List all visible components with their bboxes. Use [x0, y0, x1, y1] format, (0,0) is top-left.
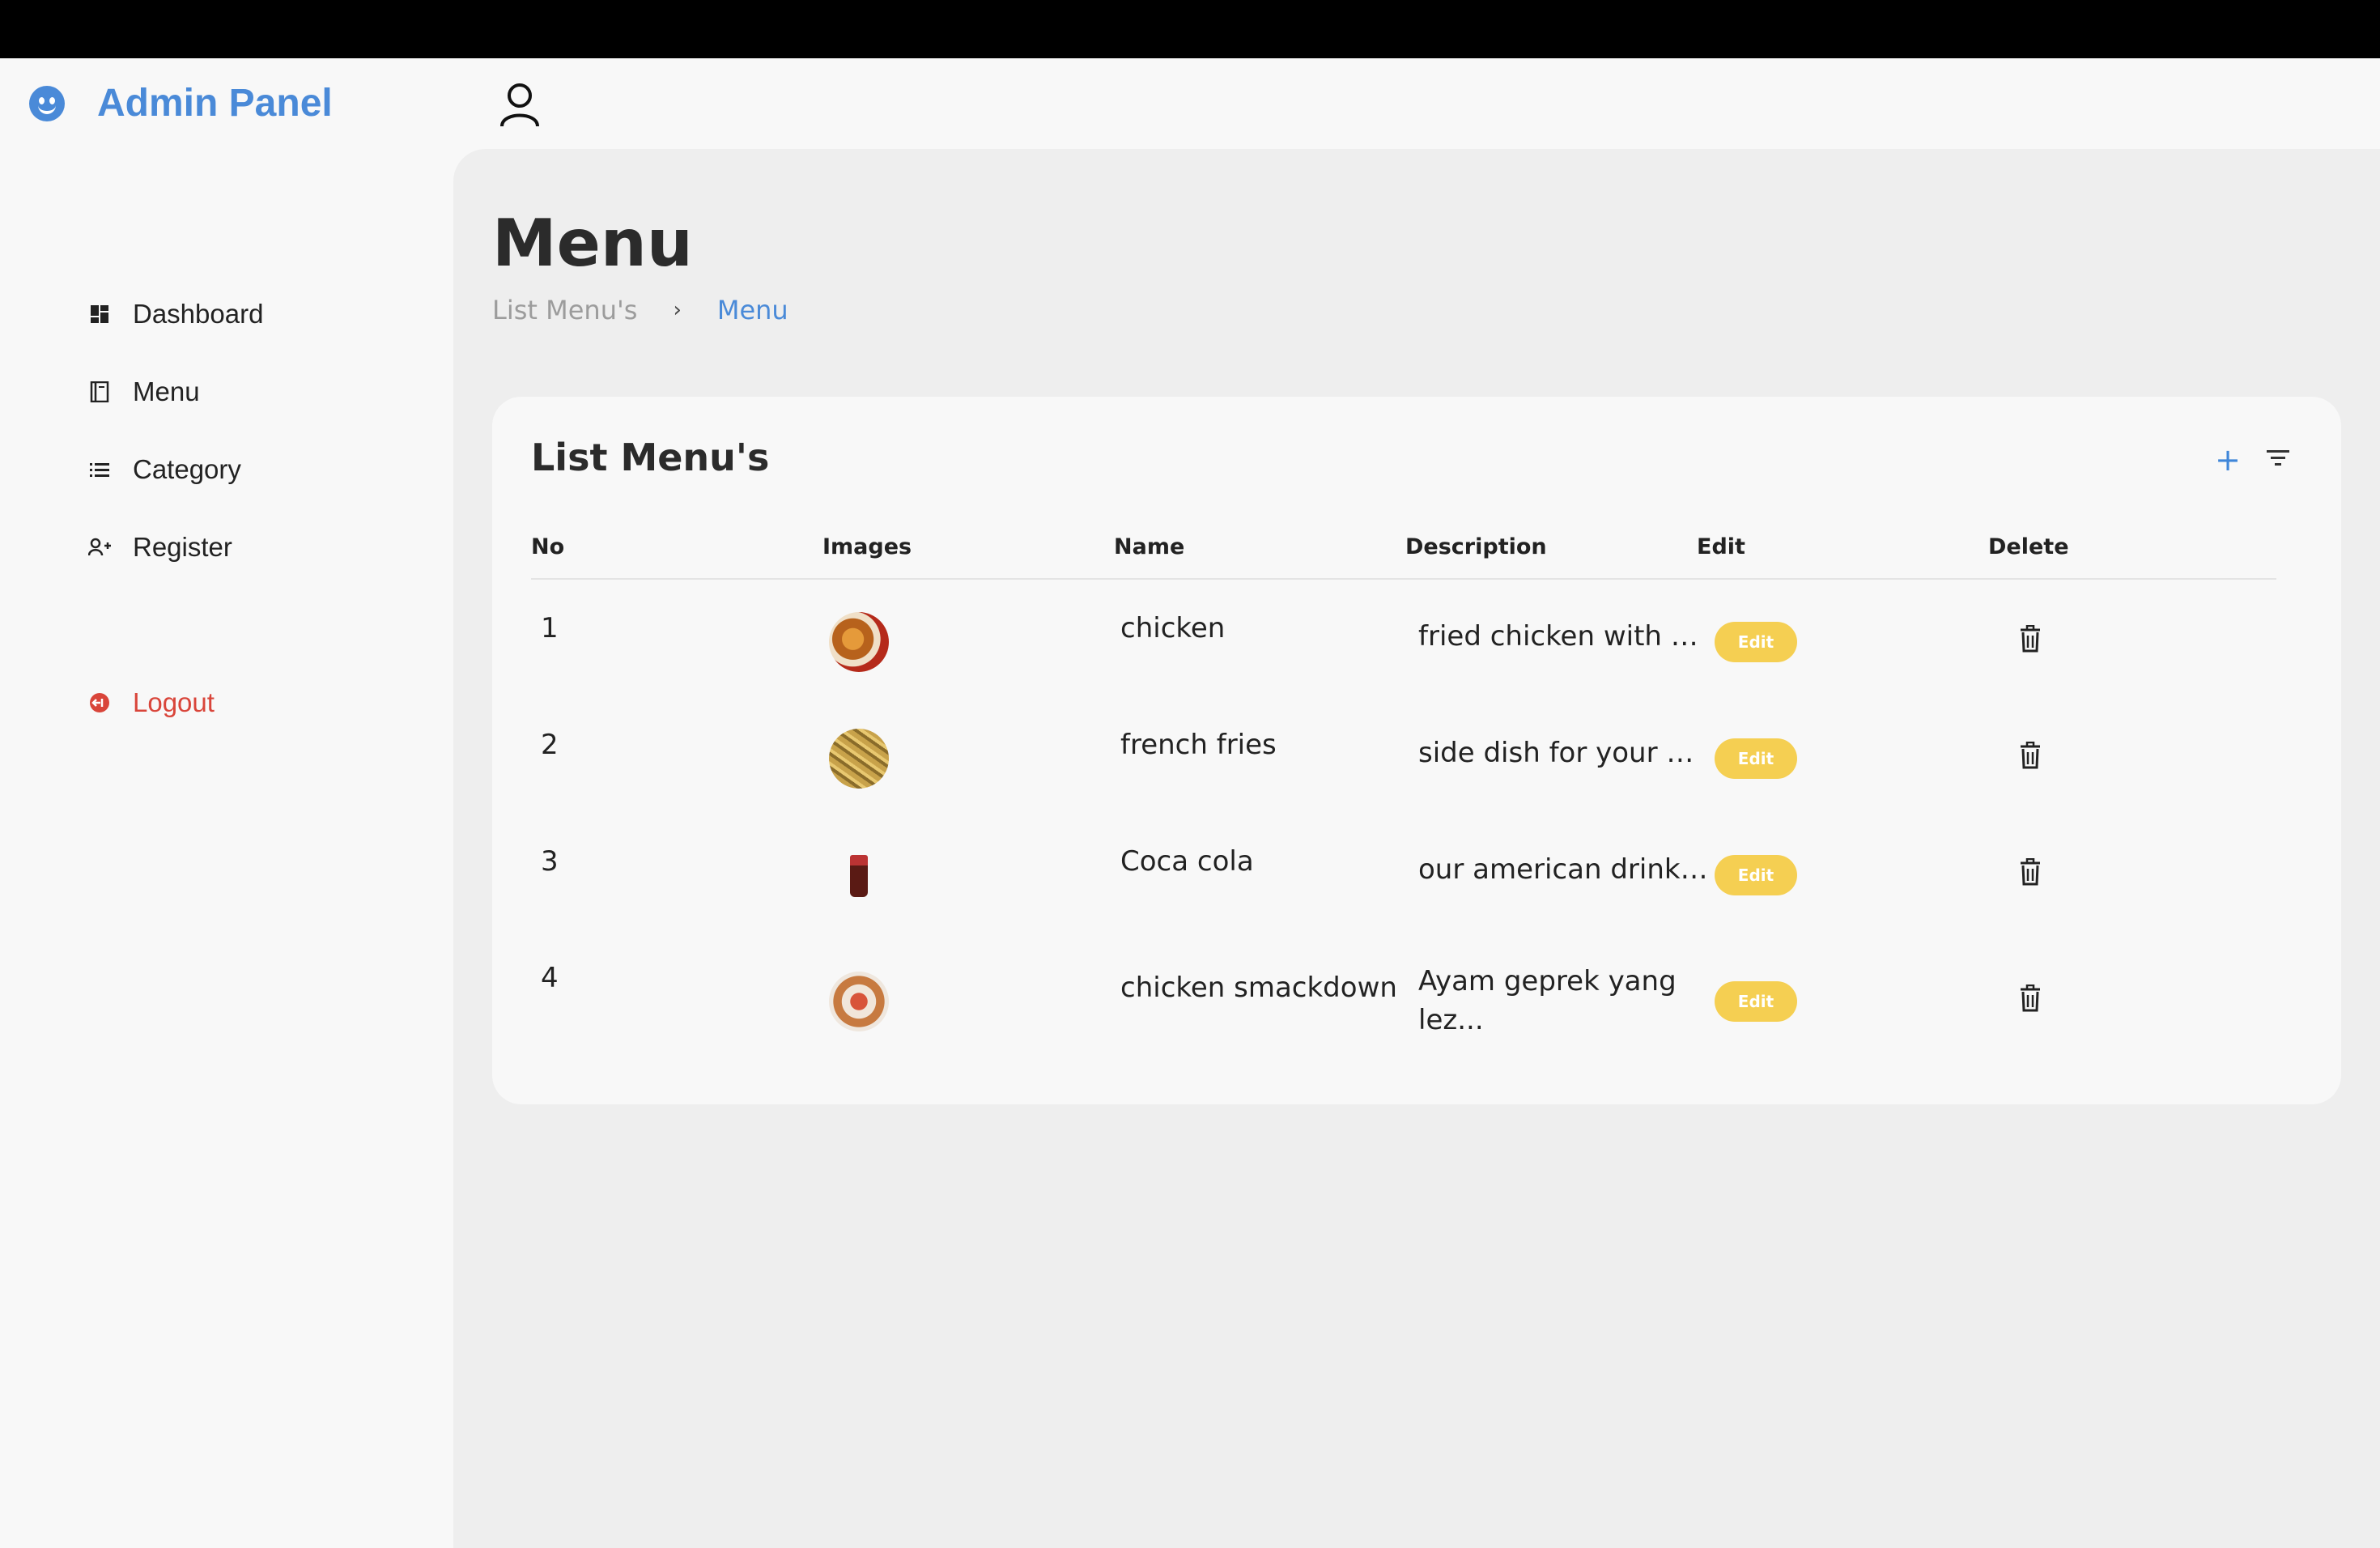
main-content: Menu List Menu's › Menu List Menu's + No…	[453, 149, 2380, 1548]
row-number: 3	[541, 845, 559, 878]
row-name: chicken	[1120, 612, 1226, 644]
trash-icon[interactable]	[2019, 742, 2042, 769]
brand[interactable]: Admin Panel	[29, 81, 333, 125]
sidebar-item-label: Menu	[133, 376, 200, 406]
logout-button[interactable]: Logout	[87, 664, 263, 742]
logout-icon	[87, 691, 112, 715]
plus-icon[interactable]: +	[2213, 444, 2242, 475]
edit-button[interactable]: Edit	[1715, 622, 1797, 662]
table-row: 1 chicken fried chicken with o... Edit	[531, 581, 2276, 698]
row-number: 4	[541, 962, 559, 994]
row-description: fried chicken with o...	[1418, 620, 1710, 653]
menu-list-card: List Menu's + No Images Name Description…	[492, 397, 2341, 1104]
card-title: List Menu's	[531, 436, 770, 479]
chicken-image	[829, 612, 889, 672]
column-header-images: Images	[822, 534, 912, 559]
column-header-delete: Delete	[1988, 534, 2069, 559]
row-description: Ayam geprek yang lez...	[1418, 965, 1677, 1036]
breadcrumb-current[interactable]: Menu	[717, 295, 788, 325]
column-header-name: Name	[1114, 534, 1185, 559]
row-name: Coca cola	[1120, 845, 1254, 878]
coca-cola-image	[829, 845, 889, 905]
smiley-logo-icon	[29, 85, 65, 121]
filter-icon[interactable]	[2267, 450, 2289, 470]
book-icon	[87, 380, 112, 404]
add-user-icon	[87, 535, 112, 559]
table-header: No Images Name Description Edit Delete	[531, 534, 2276, 580]
sidebar-item-label: Dashboard	[133, 299, 264, 329]
column-header-no: No	[531, 534, 565, 559]
window-top-bar	[0, 0, 2380, 58]
table-row: 2 french fries side dish for your m... E…	[531, 698, 2276, 814]
sidebar-item-category[interactable]: Category	[87, 431, 263, 508]
row-number: 1	[541, 612, 559, 644]
row-description: our american drink w...	[1418, 853, 1710, 886]
trash-icon[interactable]	[2019, 625, 2042, 653]
edit-button[interactable]: Edit	[1715, 738, 1797, 779]
sidebar-item-dashboard[interactable]: Dashboard	[87, 275, 263, 353]
sidebar-nav: Dashboard Menu Category Register Logout	[87, 275, 263, 742]
logout-label: Logout	[133, 687, 215, 717]
sidebar-item-register[interactable]: Register	[87, 508, 263, 586]
row-name: chicken smackdown	[1120, 972, 1397, 1004]
edit-button[interactable]: Edit	[1715, 981, 1797, 1022]
trash-icon[interactable]	[2019, 985, 2042, 1012]
trash-icon[interactable]	[2019, 858, 2042, 886]
column-header-edit: Edit	[1697, 534, 1745, 559]
chicken-smackdown-image	[829, 972, 889, 1031]
column-header-description: Description	[1405, 534, 1547, 559]
breadcrumb: List Menu's › Menu	[492, 295, 788, 325]
row-description: side dish for your m...	[1418, 737, 1710, 769]
user-icon[interactable]	[497, 81, 542, 130]
app-title: Admin Panel	[97, 82, 333, 125]
table-row: 4 chicken smackdown Ayam geprek yang lez…	[531, 931, 2276, 1048]
sidebar-item-label: Category	[133, 454, 241, 484]
table-row: 3 Coca cola our american drink w... Edit	[531, 814, 2276, 931]
breadcrumb-parent[interactable]: List Menu's	[492, 295, 637, 325]
sidebar-item-label: Register	[133, 532, 232, 562]
edit-button[interactable]: Edit	[1715, 855, 1797, 895]
row-name: french fries	[1120, 729, 1277, 761]
dashboard-icon	[87, 302, 112, 326]
sidebar-item-menu[interactable]: Menu	[87, 353, 263, 431]
row-number: 2	[541, 729, 559, 761]
breadcrumb-separator: ›	[673, 298, 682, 322]
page-title: Menu	[492, 206, 693, 281]
french-fries-image	[829, 729, 889, 789]
list-icon	[87, 457, 112, 482]
